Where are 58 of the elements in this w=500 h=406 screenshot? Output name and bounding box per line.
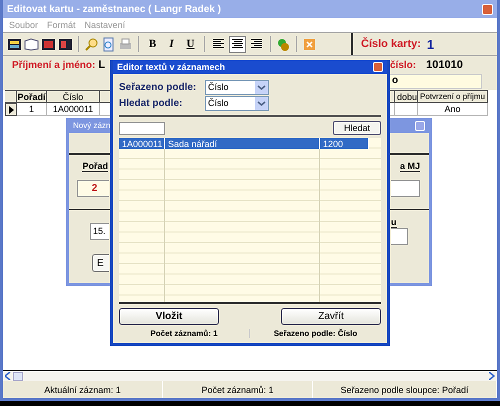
table-icon[interactable]	[58, 36, 73, 52]
format-button[interactable]: I	[163, 36, 180, 52]
status-text: Počet záznamů: 1	[163, 381, 313, 398]
align-icon	[213, 39, 224, 49]
status-text: Seřazeno podle sloupce: Pořadí	[313, 381, 497, 398]
field-label: Seřazeno podle:	[119, 82, 198, 92]
number-value: 101010	[426, 59, 463, 71]
search-icon[interactable]	[84, 36, 99, 52]
name-value: L	[98, 59, 106, 71]
unit-price-field[interactable]	[391, 180, 420, 196]
search-field[interactable]	[119, 122, 165, 134]
align-icon	[232, 39, 243, 49]
list-cell[interactable]: Sada nářadí	[165, 138, 320, 149]
unit-price-label: a MJ	[400, 160, 420, 172]
list-cell[interactable]: 1A000011	[119, 138, 165, 149]
card-number-label: Číslo karty:	[361, 38, 421, 50]
dropdown[interactable]: Číslo	[205, 80, 269, 94]
page-icon[interactable]	[101, 36, 116, 52]
table-cell: 1A000011	[47, 103, 100, 116]
list-cell[interactable]: 1200	[320, 138, 369, 149]
search-button[interactable]: Hledat	[333, 121, 381, 135]
money-icon[interactable]	[276, 36, 291, 52]
dialog-button[interactable]: Vložit	[119, 308, 219, 325]
status-text: Seřazeno podle: Číslo	[272, 329, 358, 338]
name-label: Příjmení a jméno:	[12, 60, 96, 70]
card-number: 1	[426, 36, 434, 52]
scroll-left-icon[interactable]	[5, 372, 11, 380]
window-title: Editovat kartu - zaměstnanec ( Langr Radek )	[7, 4, 221, 14]
status-text: Aktuální záznam: 1	[3, 381, 163, 398]
column-header[interactable]: Číslo	[47, 90, 100, 103]
column-header[interactable]: Potvrzení o příjmu	[418, 90, 488, 103]
order-label: Pořad	[82, 160, 108, 172]
number-label: číslo:	[390, 60, 416, 70]
note-field[interactable]: o	[389, 74, 482, 89]
column-header[interactable]: dobu	[395, 90, 418, 103]
column-header[interactable]: Pořadí	[17, 90, 47, 103]
align-icon	[251, 39, 262, 49]
table-cell: 1	[17, 103, 47, 116]
format-button[interactable]: B	[144, 36, 161, 52]
scrollbar-thumb[interactable]	[13, 372, 23, 380]
field-label: Hledat podle:	[119, 98, 184, 108]
table-cell: Ano	[418, 103, 488, 116]
scroll-right-icon[interactable]	[489, 372, 495, 380]
dialog-title: Nový zázn	[73, 121, 110, 130]
row-header[interactable]	[5, 103, 17, 116]
dropdown[interactable]: Číslo	[205, 96, 269, 110]
dialog-title: Editor textů v záznamech	[117, 62, 226, 72]
date-field[interactable]: 15.	[90, 222, 109, 240]
dialog-button[interactable]: E	[92, 254, 109, 272]
table-icon[interactable]	[7, 36, 22, 52]
align-button[interactable]	[229, 36, 246, 52]
order-field[interactable]: 2	[77, 180, 109, 196]
status-text: Počet záznamů: 1	[119, 329, 250, 338]
format-button[interactable]: U	[182, 36, 199, 52]
printer-icon[interactable]	[118, 36, 133, 52]
input-field[interactable]	[391, 228, 408, 245]
dialog-button[interactable]: Zavřít	[281, 308, 381, 325]
table-icon[interactable]	[41, 36, 56, 52]
